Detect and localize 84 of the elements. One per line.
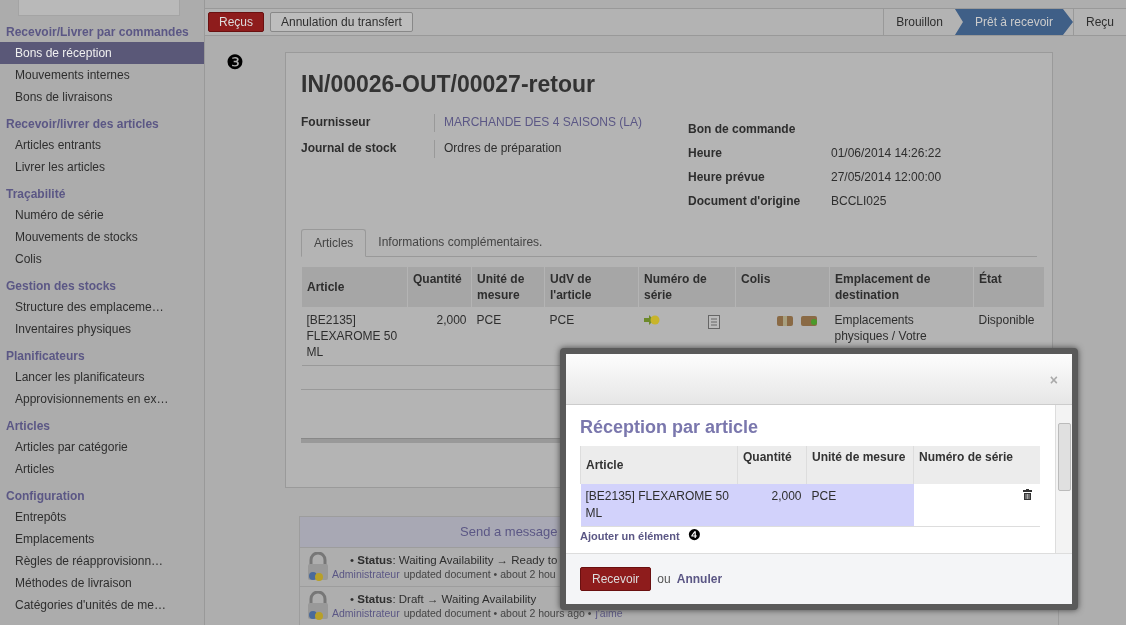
field-value: 27/05/2014 12:00:00 — [831, 169, 942, 185]
column-header[interactable]: Numéro de série — [638, 267, 736, 307]
field-value: BCCLI025 — [831, 193, 887, 209]
field-value: 01/06/2014 14:26:22 — [831, 145, 942, 161]
column-header[interactable]: État — [973, 267, 1044, 307]
menu-item[interactable]: Règles de réapprovisionn… — [0, 550, 204, 572]
menu-item[interactable]: Méthodes de livraison — [0, 572, 204, 594]
column-header[interactable]: UdV de l'article — [544, 267, 639, 307]
menu-item[interactable]: Numéro de série — [0, 204, 204, 226]
message-meta: updated document • about 2 hou — [403, 568, 556, 580]
add-item-link[interactable]: Ajouter un élément — [580, 529, 680, 542]
field-value: Ordres de préparation — [434, 140, 562, 158]
step-marker: ❸ — [226, 52, 244, 72]
menu-item[interactable]: Approvisionnements en ex… — [0, 388, 204, 410]
menu-item[interactable]: Articles par catégorie — [0, 436, 204, 458]
status-stage[interactable]: Prêt à recevoir — [954, 9, 1073, 35]
lock-users-icon — [306, 552, 330, 582]
field-label: Fournisseur — [301, 114, 372, 131]
column-header[interactable]: Unité de mesure — [806, 446, 914, 484]
column-header[interactable]: Numéro de série — [913, 446, 1040, 484]
field-label: Bon de commande — [688, 121, 797, 137]
menu-section-title: Recevoir/livrer des articles — [5, 117, 160, 132]
dialog-title: Réception par article — [580, 417, 760, 438]
field-label: Heure — [688, 145, 723, 161]
action-button[interactable]: Annulation du transfert — [270, 12, 413, 32]
menu-item[interactable]: Articles entrants — [0, 134, 204, 156]
action-button[interactable]: Reçus — [208, 12, 264, 32]
column-header[interactable]: Article — [301, 267, 408, 307]
column-header[interactable]: Emplacement de destination — [829, 267, 974, 307]
record-title: IN/00026-OUT/00027-retour — [301, 71, 596, 98]
trash-icon[interactable] — [1023, 489, 1032, 500]
lock-users-icon — [306, 591, 330, 621]
menu-item[interactable]: Mouvements de stocks — [0, 226, 204, 248]
field-label: Heure prévue — [688, 169, 766, 185]
menu-item[interactable]: Bons de livraisons — [0, 86, 204, 108]
menu-section-title: Articles — [5, 419, 52, 434]
tab[interactable]: Informations complémentaires. — [366, 229, 555, 256]
or-text: ou — [657, 572, 671, 586]
table-cell: 2,000 — [737, 484, 807, 527]
list-icon[interactable] — [707, 315, 720, 329]
column-header[interactable]: Quantité — [407, 267, 472, 307]
menu-item[interactable]: Entrepôts — [0, 506, 204, 528]
menu-item[interactable]: Articles — [0, 458, 204, 480]
box-icon[interactable] — [776, 315, 793, 326]
menu-item[interactable]: Lancer les planificateurs — [0, 366, 204, 388]
table-cell: 2,000 — [407, 307, 472, 366]
supplier-link[interactable]: MARCHANDE DES 4 SAISONS (LA) — [434, 114, 643, 132]
author-link[interactable]: Administrateur — [332, 568, 400, 580]
menu-item[interactable]: Livrer les articles — [0, 156, 204, 178]
message-text: • Status: Waiting Availability → Ready to — [349, 554, 558, 566]
receive-button[interactable]: Recevoir — [580, 567, 652, 591]
table-cell: [BE2135] FLEXAROME 50 ML — [580, 484, 738, 527]
menu-item[interactable]: Colis — [0, 248, 204, 270]
field-label: Journal de stock — [301, 140, 398, 157]
menu-item[interactable]: Structure des emplaceme… — [0, 296, 204, 318]
menu-item[interactable]: Bons de réception — [0, 42, 204, 64]
tab[interactable]: Articles — [301, 229, 367, 257]
cancel-link[interactable]: Annuler — [676, 572, 723, 586]
table-cell: PCE — [806, 484, 914, 527]
menu-item[interactable]: Catégories d'unités de me… — [0, 594, 204, 616]
column-header[interactable]: Quantité — [737, 446, 807, 484]
box-plus-icon[interactable] — [800, 315, 817, 326]
menu-section-title: Recevoir/Livrer par commandes — [5, 25, 190, 40]
status-stage[interactable]: Reçu — [1073, 9, 1126, 35]
table-cell: PCE — [471, 307, 545, 366]
menu-section-title: Planificateurs — [5, 349, 86, 364]
vertical-scrollbar[interactable] — [1055, 405, 1072, 553]
menu-section-title: Configuration — [5, 489, 86, 504]
column-header[interactable]: Colis — [735, 267, 830, 307]
arrow-ball-icon[interactable] — [643, 315, 660, 325]
table-cell: [BE2135] FLEXAROME 50 ML — [301, 307, 408, 366]
menu-item[interactable]: Emplacements — [0, 528, 204, 550]
step-marker: ❹ — [687, 528, 702, 543]
author-link[interactable]: Administrateur — [332, 607, 400, 619]
menu-section-title: Traçabilité — [5, 187, 67, 202]
status-stage[interactable]: Brouillon — [883, 9, 955, 35]
message-meta: updated document • about 2 hours ago • — [403, 607, 592, 619]
column-header[interactable]: Unité de mesure — [471, 267, 545, 307]
menu-item[interactable]: Mouvements internes — [0, 64, 204, 86]
field-label: Document d'origine — [688, 193, 802, 209]
column-header[interactable]: Article — [580, 446, 738, 484]
menu-item[interactable]: Inventaires physiques — [0, 318, 204, 340]
message-text: • Status: Draft → Waiting Availability — [349, 593, 538, 605]
menu-section-title: Gestion des stocks — [5, 279, 118, 294]
